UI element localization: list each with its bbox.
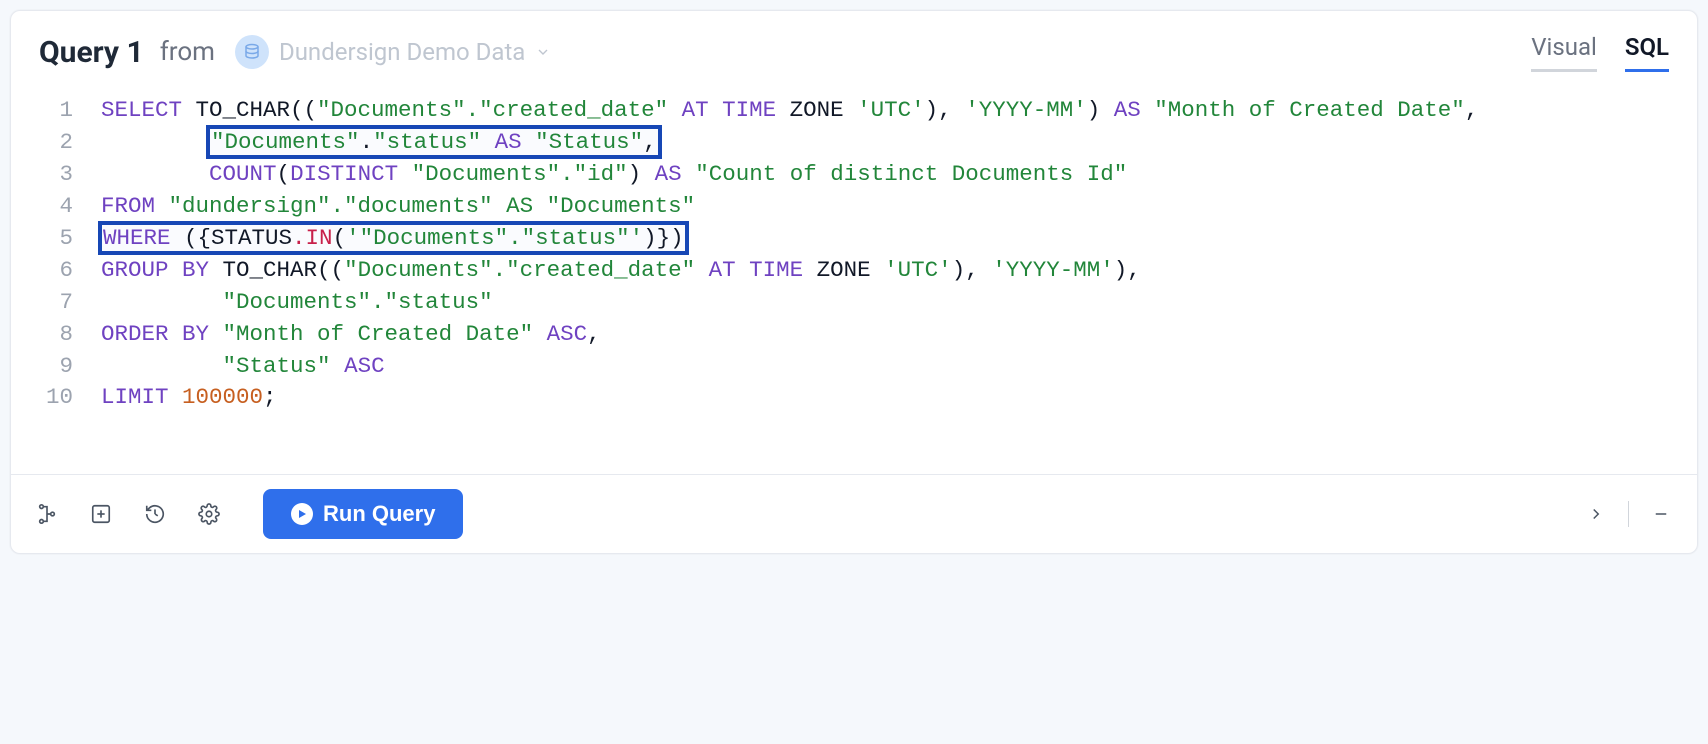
line-number: 3 — [39, 159, 79, 191]
panel-header: Query 1 from Dundersign Demo Data Visual… — [11, 11, 1697, 87]
history-icon[interactable] — [141, 500, 169, 528]
line-number: 6 — [39, 255, 79, 287]
database-icon — [235, 35, 269, 69]
schema-icon[interactable] — [33, 500, 61, 528]
code-line: 9 "Status" ASC — [11, 351, 1697, 383]
sql-editor[interactable]: 1 SELECT TO_CHAR(("Documents"."created_d… — [11, 87, 1697, 474]
code-content[interactable]: WHERE ({STATUS.IN('"Documents"."status"'… — [79, 223, 686, 255]
highlight-box-where: WHERE ({STATUS.IN('"Documents"."status"'… — [101, 224, 686, 252]
editor-mode-tabs: Visual SQL — [1531, 33, 1669, 72]
code-line: 5 WHERE ({STATUS.IN('"Documents"."status… — [11, 223, 1697, 255]
line-number: 4 — [39, 191, 79, 223]
footer-right — [1582, 500, 1675, 528]
code-content[interactable]: "Documents"."status" — [79, 287, 493, 319]
code-line: 8 ORDER BY "Month of Created Date" ASC, — [11, 319, 1697, 351]
query-title: Query 1 — [39, 35, 144, 70]
query-panel: Query 1 from Dundersign Demo Data Visual… — [10, 10, 1698, 554]
code-line: 7 "Documents"."status" — [11, 287, 1697, 319]
play-icon — [291, 503, 313, 525]
code-content[interactable]: FROM "dundersign"."documents" AS "Docume… — [79, 191, 695, 223]
line-number: 8 — [39, 319, 79, 351]
line-number: 2 — [39, 127, 79, 159]
code-content[interactable]: SELECT TO_CHAR(("Documents"."created_dat… — [79, 95, 1478, 127]
code-content[interactable]: "Status" ASC — [79, 351, 385, 383]
code-content[interactable]: "Documents"."status" AS "Status", — [79, 127, 659, 159]
line-number: 10 — [39, 382, 79, 414]
add-panel-icon[interactable] — [87, 500, 115, 528]
datasource-name: Dundersign Demo Data — [279, 38, 525, 66]
run-query-label: Run Query — [323, 501, 435, 527]
chevron-right-icon[interactable] — [1582, 500, 1610, 528]
minimize-icon[interactable] — [1647, 500, 1675, 528]
line-number: 5 — [39, 223, 79, 255]
from-label: from — [160, 37, 215, 67]
code-line: 1 SELECT TO_CHAR(("Documents"."created_d… — [11, 95, 1697, 127]
run-query-button[interactable]: Run Query — [263, 489, 463, 539]
code-content[interactable]: COUNT(DISTINCT "Documents"."id") AS "Cou… — [79, 159, 1127, 191]
code-content[interactable]: LIMIT 100000; — [79, 382, 277, 414]
tab-visual[interactable]: Visual — [1531, 33, 1597, 72]
code-content[interactable]: ORDER BY "Month of Created Date" ASC, — [79, 319, 601, 351]
divider — [1628, 501, 1629, 527]
code-line: 3 COUNT(DISTINCT "Documents"."id") AS "C… — [11, 159, 1697, 191]
code-line: 4 FROM "dundersign"."documents" AS "Docu… — [11, 191, 1697, 223]
datasource-selector[interactable]: Dundersign Demo Data — [227, 29, 565, 75]
line-number: 1 — [39, 95, 79, 127]
line-number: 7 — [39, 287, 79, 319]
code-line: 6 GROUP BY TO_CHAR(("Documents"."created… — [11, 255, 1697, 287]
gear-icon[interactable] — [195, 500, 223, 528]
code-line: 2 "Documents"."status" AS "Status", — [11, 127, 1697, 159]
line-number: 9 — [39, 351, 79, 383]
panel-footer: Run Query — [11, 474, 1697, 553]
chevron-down-icon — [535, 38, 551, 66]
tab-sql[interactable]: SQL — [1625, 33, 1669, 72]
code-content[interactable]: GROUP BY TO_CHAR(("Documents"."created_d… — [79, 255, 1141, 287]
highlight-box-status-select: "Documents"."status" AS "Status", — [209, 128, 659, 156]
code-line: 10 LIMIT 100000; — [11, 382, 1697, 414]
